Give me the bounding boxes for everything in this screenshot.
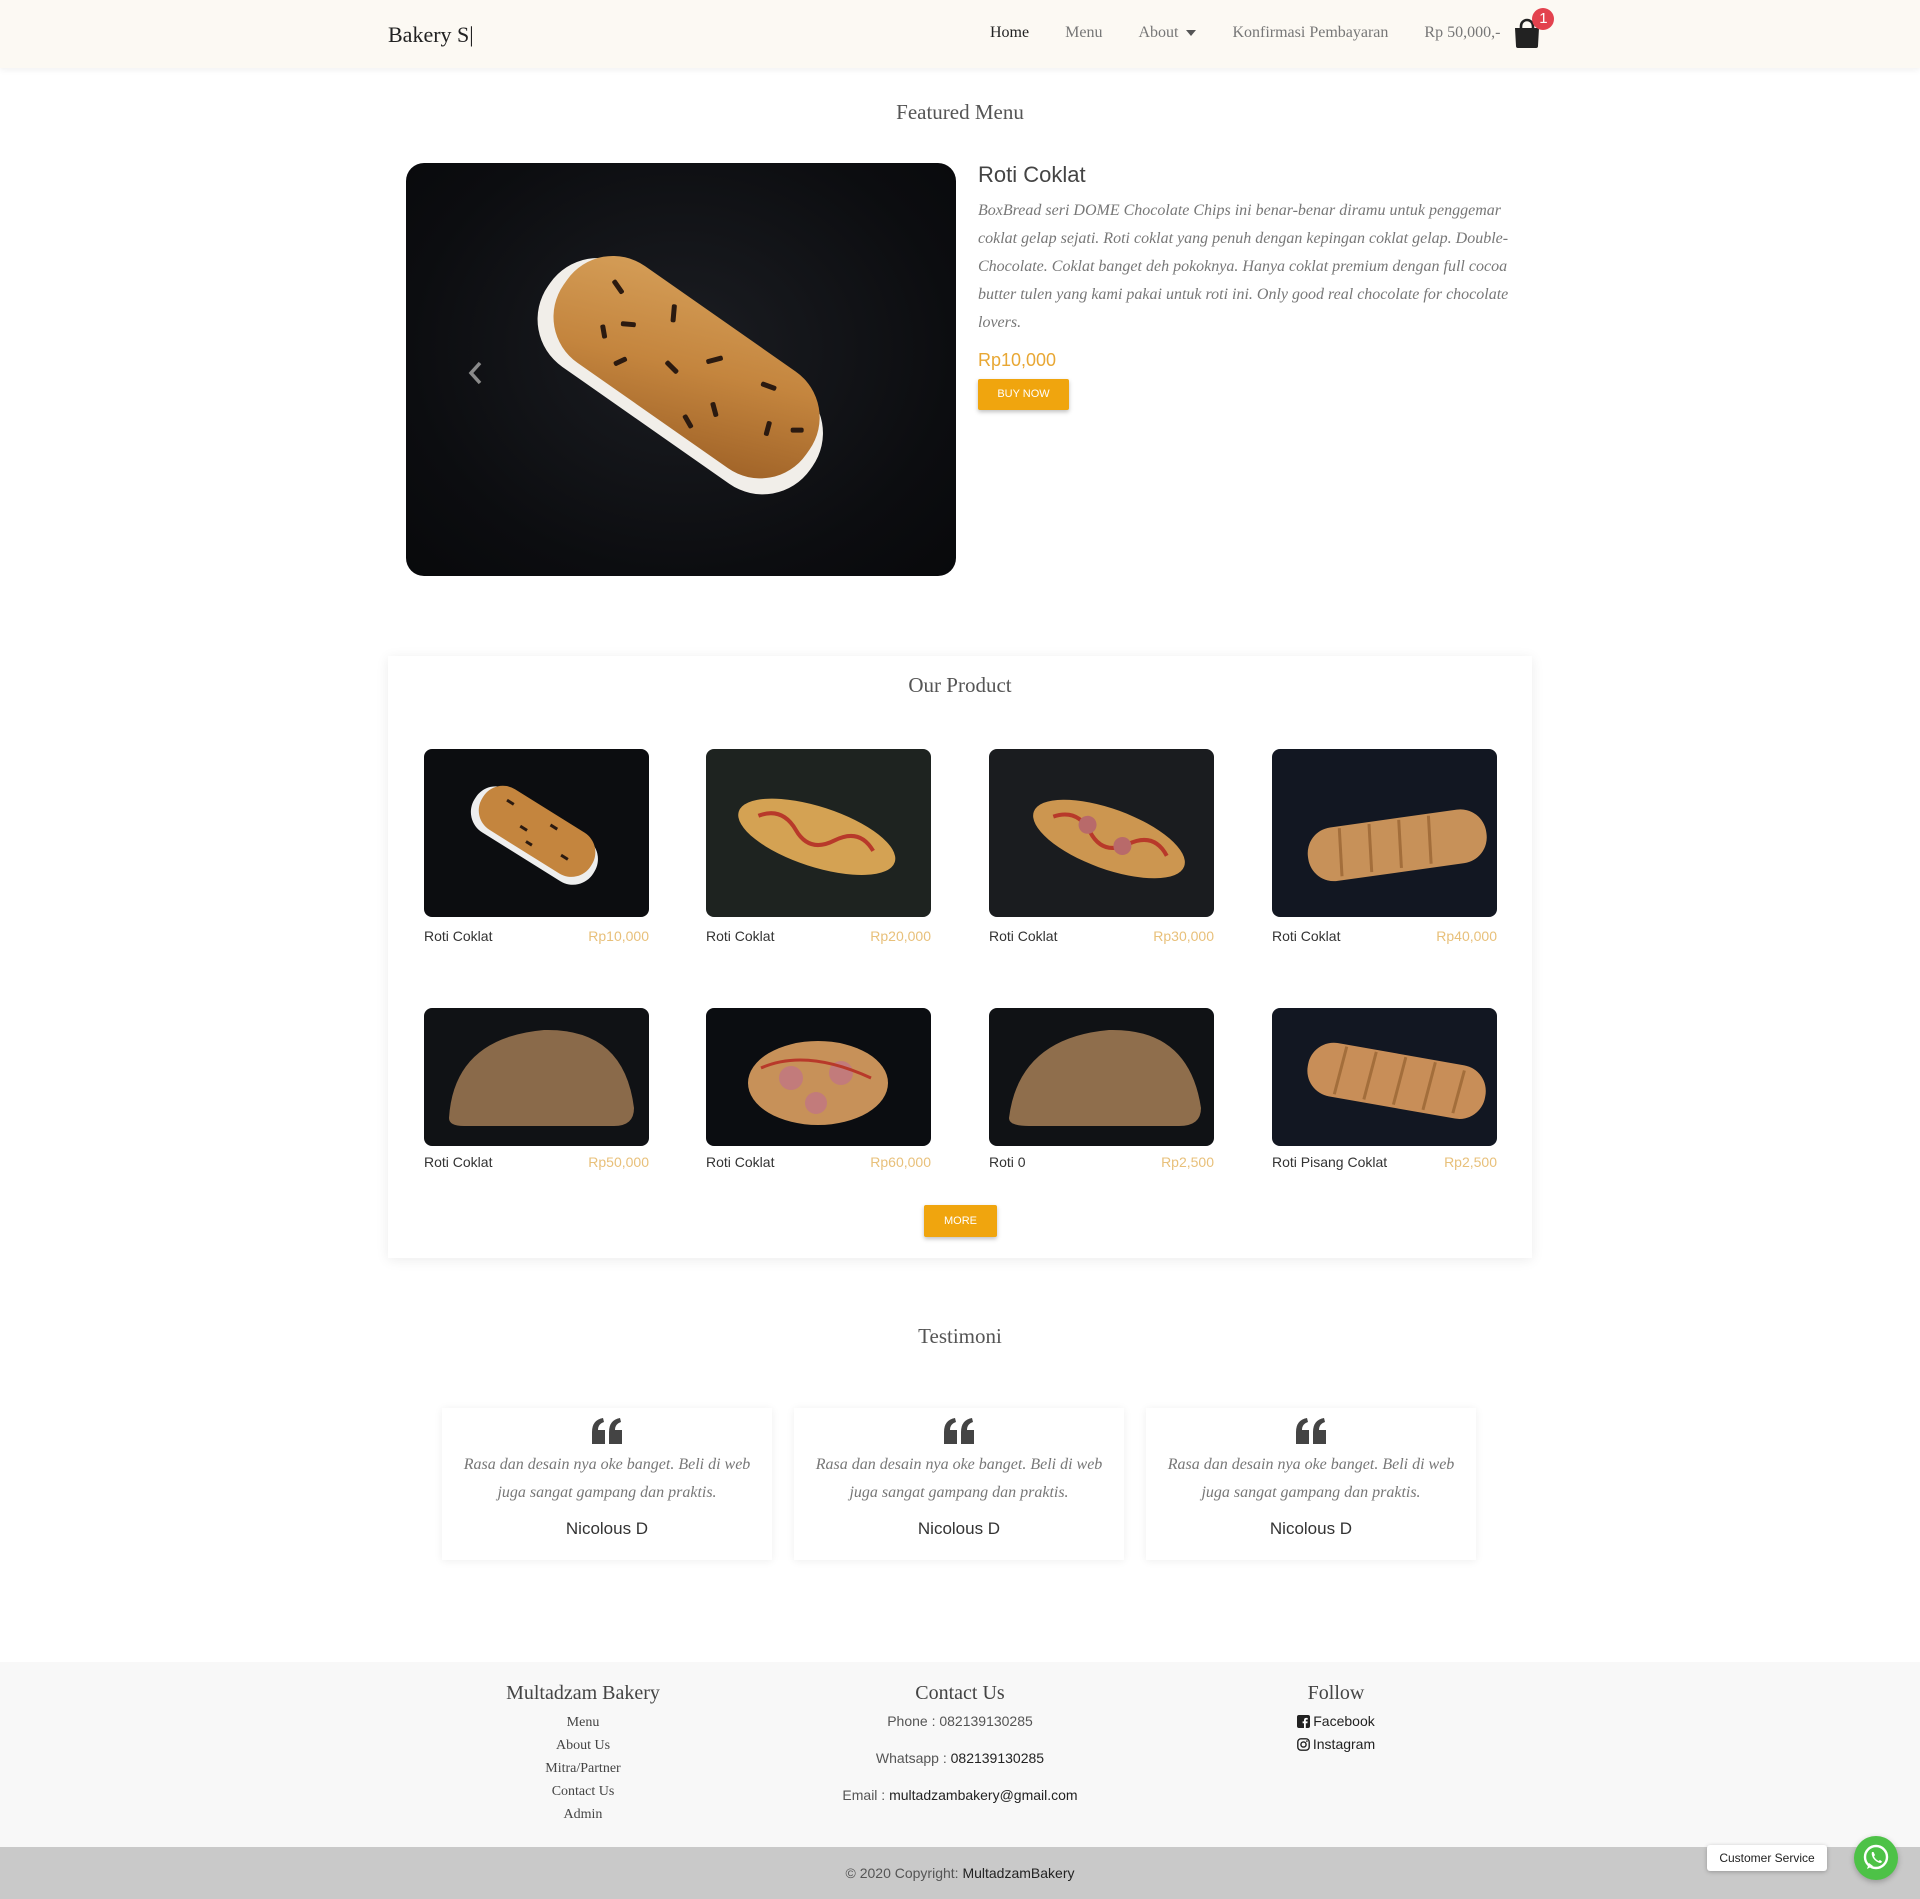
featured-bread-image — [537, 255, 823, 495]
testimoni-section-title: Testimoni — [918, 1324, 1002, 1348]
product-name: Roti Coklat — [1272, 928, 1341, 944]
whatsapp-label: Whatsapp : — [875, 1750, 951, 1766]
instagram-label: Instagram — [1312, 1736, 1376, 1752]
product-card-8[interactable]: Roti Pisang Coklat Rp2,500 — [1272, 1008, 1497, 1170]
product-price: Rp10,000 — [588, 928, 649, 944]
whatsapp-icon — [1863, 1844, 1889, 1870]
product-card-3[interactable]: Roti Coklat Rp30,000 — [989, 749, 1214, 944]
copyright-prefix: © 2020 Copyright: — [845, 1865, 963, 1881]
buy-now-button[interactable]: BUY NOW — [978, 379, 1069, 410]
instagram-icon — [1296, 1738, 1310, 1751]
featured-title: Roti Coklat — [978, 162, 1086, 187]
phone-value: 082139130285 — [939, 1713, 1033, 1729]
product-card-6[interactable]: Roti Coklat Rp60,000 — [706, 1008, 931, 1170]
testimoni-text: Rasa dan desain nya oke banget. Beli di … — [815, 1456, 1103, 1501]
phone-label: Phone : — [887, 1713, 940, 1729]
footer-link-contact[interactable]: Contact Us — [483, 1780, 683, 1803]
testimoni-name: Nicolous D — [1269, 1519, 1353, 1538]
quote-icon — [944, 1418, 974, 1444]
product-image[interactable] — [989, 749, 1214, 917]
product-image[interactable] — [424, 1008, 649, 1146]
testimoni-card-2: Rasa dan desain nya oke banget. Beli di … — [794, 1408, 1124, 1560]
footer-col3-title: Follow — [1307, 1682, 1365, 1704]
footer-links: Menu About Us Mitra/Partner Contact Us A… — [483, 1711, 683, 1826]
product-card-5[interactable]: Roti Coklat Rp50,000 — [424, 1008, 649, 1170]
footer-link-menu[interactable]: Menu — [483, 1711, 683, 1734]
product-name: Roti Coklat — [706, 1154, 775, 1170]
product-name: Roti Coklat — [424, 1154, 493, 1170]
product-image[interactable] — [424, 749, 649, 917]
nav-konfirmasi[interactable]: Konfirmasi Pembayaran — [1232, 22, 1388, 44]
nav-links: Home Menu About Konfirmasi Pembayaran Rp… — [990, 8, 1555, 50]
email-label: Email : — [842, 1787, 890, 1803]
product-image[interactable] — [989, 1008, 1214, 1146]
testimoni-text: Rasa dan desain nya oke banget. Beli di … — [463, 1456, 751, 1501]
caret-down-icon — [1186, 30, 1197, 37]
product-name: Roti 0 — [989, 1154, 1026, 1170]
cart-button[interactable]: 1 — [1510, 8, 1555, 50]
product-price: Rp50,000 — [588, 1154, 649, 1170]
customer-service-label[interactable]: Customer Service — [1707, 1845, 1827, 1871]
facebook-link[interactable]: Facebook — [1236, 1713, 1436, 1729]
instagram-link[interactable]: Instagram — [1236, 1736, 1436, 1752]
contact-email: Email : multadzambakery@gmail.com — [760, 1787, 1160, 1803]
testimoni-card-3: Rasa dan desain nya oke banget. Beli di … — [1146, 1408, 1476, 1560]
footer-col1-title: Multadzam Bakery — [506, 1682, 660, 1704]
testimoni-text: Rasa dan desain nya oke banget. Beli di … — [1167, 1456, 1455, 1501]
navbar: Bakery S| Home Menu About Konfirmasi Pem… — [0, 0, 1920, 68]
product-card-7[interactable]: Roti 0 Rp2,500 — [989, 1008, 1214, 1170]
copyright-link[interactable]: MultadzamBakery — [962, 1865, 1074, 1881]
nav-about-dropdown[interactable]: About — [1138, 22, 1197, 44]
whatsapp-chat-button[interactable] — [1854, 1836, 1898, 1880]
quote-icon — [592, 1418, 622, 1444]
testimoni-name: Nicolous D — [917, 1519, 1001, 1538]
brand-logo[interactable]: Bakery S| — [388, 22, 474, 48]
product-name: Roti Coklat — [989, 928, 1058, 944]
footer-link-about[interactable]: About Us — [483, 1734, 683, 1757]
nav-menu[interactable]: Menu — [1065, 22, 1102, 44]
product-price: Rp30,000 — [1153, 928, 1214, 944]
featured-description: BoxBread seri DOME Chocolate Chips ini b… — [978, 202, 1509, 331]
facebook-icon — [1297, 1715, 1311, 1728]
featured-price: Rp10,000 — [978, 350, 1057, 370]
testimoni-card-1: Rasa dan desain nya oke banget. Beli di … — [442, 1408, 772, 1560]
product-image[interactable] — [1272, 1008, 1497, 1146]
footer-col2-title: Contact Us — [915, 1682, 1005, 1704]
featured-section-title: Featured Menu — [896, 100, 1024, 124]
product-image[interactable] — [706, 1008, 931, 1146]
testimoni-name: Nicolous D — [565, 1519, 649, 1538]
product-card-1[interactable]: Roti Coklat Rp10,000 — [424, 749, 649, 944]
footer-link-admin[interactable]: Admin — [483, 1803, 683, 1826]
quote-icon — [1296, 1418, 1326, 1444]
product-card-2[interactable]: Roti Coklat Rp20,000 — [706, 749, 931, 944]
carousel-prev-chevron-icon[interactable] — [466, 359, 486, 387]
product-name: Roti Pisang Coklat — [1272, 1154, 1388, 1170]
nav-home[interactable]: Home — [990, 22, 1029, 44]
product-card-4[interactable]: Roti Coklat Rp40,000 — [1272, 749, 1497, 944]
contact-phone: Phone : 082139130285 — [760, 1713, 1160, 1729]
product-price: Rp60,000 — [870, 1154, 931, 1170]
copyright-bar: © 2020 Copyright: MultadzamBakery — [0, 1847, 1920, 1899]
more-button[interactable]: MORE — [924, 1205, 997, 1237]
product-price: Rp40,000 — [1436, 928, 1497, 944]
footer-link-mitra[interactable]: Mitra/Partner — [483, 1757, 683, 1780]
product-price: Rp2,500 — [1161, 1154, 1214, 1170]
cart-count-badge: 1 — [1532, 8, 1555, 30]
contact-whatsapp: Whatsapp : 082139130285 — [760, 1750, 1160, 1766]
cart-total[interactable]: Rp 50,000,- — [1424, 24, 1500, 42]
product-image[interactable] — [706, 749, 931, 917]
facebook-label: Facebook — [1313, 1713, 1375, 1729]
product-price: Rp20,000 — [870, 928, 931, 944]
product-image[interactable] — [1272, 749, 1497, 917]
product-name: Roti Coklat — [706, 928, 775, 944]
nav-about-label: About — [1138, 24, 1179, 41]
whatsapp-value[interactable]: 082139130285 — [951, 1750, 1044, 1766]
product-price: Rp2,500 — [1444, 1154, 1497, 1170]
product-name: Roti Coklat — [424, 928, 493, 944]
product-section-title: Our Product — [908, 673, 1012, 697]
featured-carousel[interactable] — [406, 163, 956, 576]
email-value[interactable]: multadzambakery@gmail.com — [889, 1787, 1078, 1803]
